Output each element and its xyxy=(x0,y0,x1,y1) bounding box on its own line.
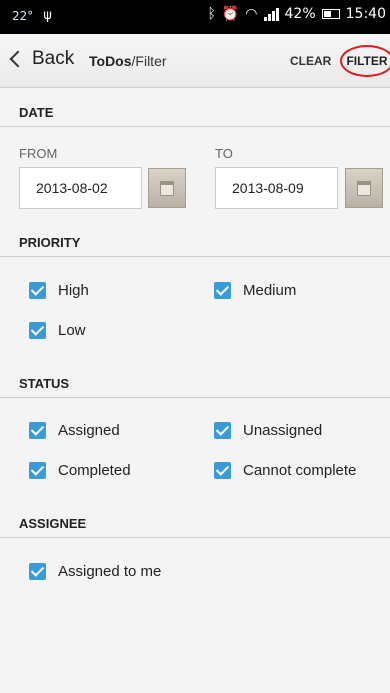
checkbox-label: High xyxy=(58,282,89,299)
status-bar: 22° ψ ᛒ ⏰ ◠ 42% 15:40 xyxy=(0,0,390,34)
battery-icon xyxy=(321,9,340,19)
section-header-assignee: ASSIGNEE xyxy=(0,508,390,538)
status-bar-right: ᛒ ⏰ ◠ 42% 15:40 xyxy=(207,6,386,22)
checkbox-label: Completed xyxy=(58,462,131,479)
checkbox-label: Unassigned xyxy=(243,422,323,439)
breadcrumb-app: ToDos xyxy=(89,53,132,69)
back-label: Back xyxy=(32,48,75,69)
to-label: TO xyxy=(215,146,233,161)
priority-medium-checkbox[interactable]: Medium xyxy=(214,282,296,299)
checkbox-label: Cannot complete xyxy=(243,462,357,479)
back-button[interactable]: Back xyxy=(9,48,75,70)
wifi-icon: ◠ xyxy=(245,6,258,22)
section-title-assignee: ASSIGNEE xyxy=(19,516,87,531)
chevron-left-icon xyxy=(9,50,27,68)
section-title-date: DATE xyxy=(19,105,54,120)
breadcrumb-page: Filter xyxy=(135,53,167,69)
alarm-icon: ⏰ xyxy=(221,6,240,22)
action-bar: Back ToDos/Filter CLEAR FILTER xyxy=(0,34,390,88)
clear-button[interactable]: CLEAR xyxy=(290,54,331,68)
checkbox-checked-icon xyxy=(29,422,46,439)
from-date-field[interactable]: 2013-08-02 xyxy=(19,167,142,209)
usb-icon: ψ xyxy=(43,8,52,23)
calendar-icon xyxy=(160,180,174,196)
battery-percent: 42% xyxy=(284,6,316,22)
checkbox-checked-icon xyxy=(29,322,46,339)
to-calendar-button[interactable] xyxy=(345,168,383,208)
calendar-icon xyxy=(357,180,371,196)
priority-low-checkbox[interactable]: Low xyxy=(29,322,86,339)
assignee-assigned-to-me-checkbox[interactable]: Assigned to me xyxy=(29,563,161,580)
to-date-field[interactable]: 2013-08-09 xyxy=(215,167,338,209)
bluetooth-icon: ᛒ xyxy=(207,6,216,22)
checkbox-label: Assigned to me xyxy=(58,563,162,580)
breadcrumb: ToDos/Filter xyxy=(89,53,167,69)
section-header-status: STATUS xyxy=(0,368,390,398)
section-title-status: STATUS xyxy=(19,376,70,391)
checkbox-checked-icon xyxy=(29,282,46,299)
section-title-priority: PRIORITY xyxy=(19,235,81,250)
checkbox-checked-icon xyxy=(29,462,46,479)
from-label: FROM xyxy=(19,146,58,161)
checkbox-checked-icon xyxy=(214,422,231,439)
checkbox-checked-icon xyxy=(214,282,231,299)
status-unassigned-checkbox[interactable]: Unassigned xyxy=(214,422,322,439)
section-header-priority: PRIORITY xyxy=(0,227,390,257)
temperature-text: 22° xyxy=(12,8,34,23)
clock-time: 15:40 xyxy=(345,6,386,22)
checkbox-checked-icon xyxy=(214,462,231,479)
status-completed-checkbox[interactable]: Completed xyxy=(29,462,131,479)
checkbox-label: Medium xyxy=(243,282,297,299)
from-calendar-button[interactable] xyxy=(148,168,186,208)
checkbox-checked-icon xyxy=(29,563,46,580)
filter-button[interactable]: FILTER xyxy=(340,45,390,77)
priority-high-checkbox[interactable]: High xyxy=(29,282,89,299)
status-bar-left: 22° ψ xyxy=(12,8,52,23)
checkbox-label: Low xyxy=(58,322,86,339)
status-assigned-checkbox[interactable]: Assigned xyxy=(29,422,120,439)
status-cannot-complete-checkbox[interactable]: Cannot complete xyxy=(214,462,356,479)
section-header-date: DATE xyxy=(0,97,390,127)
signal-icon xyxy=(263,7,279,21)
checkbox-label: Assigned xyxy=(58,422,120,439)
